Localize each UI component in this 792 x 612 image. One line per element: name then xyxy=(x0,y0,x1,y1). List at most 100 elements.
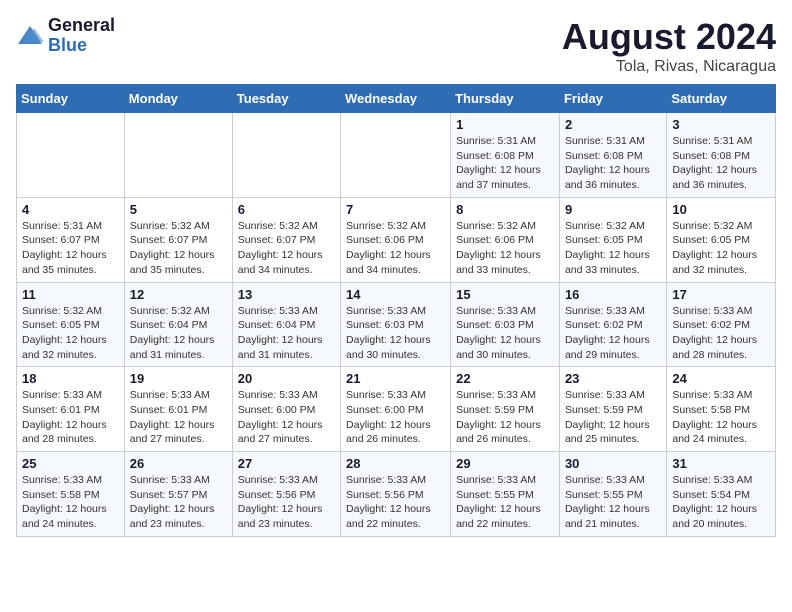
day-info: Sunrise: 5:33 AM Sunset: 5:54 PM Dayligh… xyxy=(672,473,770,532)
day-info: Sunrise: 5:33 AM Sunset: 5:56 PM Dayligh… xyxy=(238,473,335,532)
weekday-header: Tuesday xyxy=(232,85,340,113)
day-number: 16 xyxy=(565,287,661,302)
month-year: August 2024 xyxy=(562,16,776,58)
weekday-header: Thursday xyxy=(451,85,560,113)
day-info: Sunrise: 5:33 AM Sunset: 6:01 PM Dayligh… xyxy=(130,388,227,447)
day-number: 9 xyxy=(565,202,661,217)
calendar-cell: 9Sunrise: 5:32 AM Sunset: 6:05 PM Daylig… xyxy=(559,197,666,282)
calendar-cell: 18 Sunrise: 5:33 AM Sunset: 6:01 PM Dayli… xyxy=(17,367,125,452)
calendar-cell: 4 Sunrise: 5:31 AM Sunset: 6:07 PM Daylig… xyxy=(17,197,125,282)
day-number: 26 xyxy=(130,456,227,471)
day-info: Sunrise: 5:32 AM Sunset: 6:06 PM Dayligh… xyxy=(346,219,445,278)
calendar-cell: 23 Sunrise: 5:33 AM Sunset: 5:59 PM Dayli… xyxy=(559,367,666,452)
day-number: 14 xyxy=(346,287,445,302)
calendar-cell: 17 Sunrise: 5:33 AM Sunset: 6:02 PM Dayli… xyxy=(667,282,776,367)
day-info: Sunrise: 5:33 AM Sunset: 6:01 PM Dayligh… xyxy=(22,388,119,447)
day-info: Sunrise: 5:31 AM Sunset: 6:07 PM Dayligh… xyxy=(22,219,119,278)
day-number: 19 xyxy=(130,371,227,386)
day-number: 22 xyxy=(456,371,554,386)
weekday-header: Saturday xyxy=(667,85,776,113)
calendar-cell: 10Sunrise: 5:32 AM Sunset: 6:05 PM Dayli… xyxy=(667,197,776,282)
calendar-week-row: 25 Sunrise: 5:33 AM Sunset: 5:58 PM Dayli… xyxy=(17,452,776,537)
calendar-cell: 1 Sunrise: 5:31 AM Sunset: 6:08 PM Daylig… xyxy=(451,113,560,198)
calendar-cell: 12 Sunrise: 5:32 AM Sunset: 6:04 PM Dayli… xyxy=(124,282,232,367)
day-info: Sunrise: 5:32 AM Sunset: 6:07 PM Dayligh… xyxy=(130,219,227,278)
day-number: 31 xyxy=(672,456,770,471)
day-number: 4 xyxy=(22,202,119,217)
weekday-header: Sunday xyxy=(17,85,125,113)
calendar-cell xyxy=(232,113,340,198)
calendar-cell: 22Sunrise: 5:33 AM Sunset: 5:59 PM Dayli… xyxy=(451,367,560,452)
calendar-week-row: 18 Sunrise: 5:33 AM Sunset: 6:01 PM Dayli… xyxy=(17,367,776,452)
day-number: 29 xyxy=(456,456,554,471)
day-number: 3 xyxy=(672,117,770,132)
calendar-cell: 3Sunrise: 5:31 AM Sunset: 6:08 PM Daylig… xyxy=(667,113,776,198)
day-number: 1 xyxy=(456,117,554,132)
calendar-cell: 7Sunrise: 5:32 AM Sunset: 6:06 PM Daylig… xyxy=(341,197,451,282)
logo-blue: Blue xyxy=(48,35,87,55)
day-info: Sunrise: 5:33 AM Sunset: 6:02 PM Dayligh… xyxy=(565,304,661,363)
calendar-cell: 28 Sunrise: 5:33 AM Sunset: 5:56 PM Dayli… xyxy=(341,452,451,537)
day-number: 27 xyxy=(238,456,335,471)
page-header: GeneralBlue August 2024 Tola, Rivas, Nic… xyxy=(16,16,776,76)
day-number: 30 xyxy=(565,456,661,471)
calendar-cell: 13 Sunrise: 5:33 AM Sunset: 6:04 PM Dayli… xyxy=(232,282,340,367)
day-number: 2 xyxy=(565,117,661,132)
day-info: Sunrise: 5:32 AM Sunset: 6:04 PM Dayligh… xyxy=(130,304,227,363)
calendar-cell: 15Sunrise: 5:33 AM Sunset: 6:03 PM Dayli… xyxy=(451,282,560,367)
day-info: Sunrise: 5:33 AM Sunset: 5:56 PM Dayligh… xyxy=(346,473,445,532)
day-number: 6 xyxy=(238,202,335,217)
day-info: Sunrise: 5:33 AM Sunset: 6:00 PM Dayligh… xyxy=(238,388,335,447)
day-info: Sunrise: 5:33 AM Sunset: 5:55 PM Dayligh… xyxy=(456,473,554,532)
calendar-cell: 20Sunrise: 5:33 AM Sunset: 6:00 PM Dayli… xyxy=(232,367,340,452)
day-number: 17 xyxy=(672,287,770,302)
calendar-cell xyxy=(341,113,451,198)
calendar-cell: 16 Sunrise: 5:33 AM Sunset: 6:02 PM Dayli… xyxy=(559,282,666,367)
day-info: Sunrise: 5:33 AM Sunset: 5:58 PM Dayligh… xyxy=(672,388,770,447)
logo: GeneralBlue xyxy=(16,16,115,56)
calendar-cell: 24 Sunrise: 5:33 AM Sunset: 5:58 PM Dayli… xyxy=(667,367,776,452)
weekday-header: Wednesday xyxy=(341,85,451,113)
location: Tola, Rivas, Nicaragua xyxy=(562,58,776,76)
calendar-week-row: 4 Sunrise: 5:31 AM Sunset: 6:07 PM Daylig… xyxy=(17,197,776,282)
day-info: Sunrise: 5:33 AM Sunset: 6:04 PM Dayligh… xyxy=(238,304,335,363)
calendar-cell: 8Sunrise: 5:32 AM Sunset: 6:06 PM Daylig… xyxy=(451,197,560,282)
day-info: Sunrise: 5:31 AM Sunset: 6:08 PM Dayligh… xyxy=(456,134,554,193)
day-info: Sunrise: 5:33 AM Sunset: 6:02 PM Dayligh… xyxy=(672,304,770,363)
day-number: 28 xyxy=(346,456,445,471)
calendar-cell: 30Sunrise: 5:33 AM Sunset: 5:55 PM Dayli… xyxy=(559,452,666,537)
calendar-week-row: 11Sunrise: 5:32 AM Sunset: 6:05 PM Dayli… xyxy=(17,282,776,367)
day-number: 23 xyxy=(565,371,661,386)
calendar-table: SundayMondayTuesdayWednesdayThursdayFrid… xyxy=(16,84,776,537)
calendar-cell: 29 Sunrise: 5:33 AM Sunset: 5:55 PM Dayli… xyxy=(451,452,560,537)
day-number: 5 xyxy=(130,202,227,217)
weekday-header: Monday xyxy=(124,85,232,113)
calendar-cell: 5 Sunrise: 5:32 AM Sunset: 6:07 PM Daylig… xyxy=(124,197,232,282)
calendar-cell: 27 Sunrise: 5:33 AM Sunset: 5:56 PM Dayli… xyxy=(232,452,340,537)
day-number: 11 xyxy=(22,287,119,302)
day-info: Sunrise: 5:33 AM Sunset: 5:59 PM Dayligh… xyxy=(565,388,661,447)
calendar-cell: 21Sunrise: 5:33 AM Sunset: 6:00 PM Dayli… xyxy=(341,367,451,452)
calendar-cell: 19 Sunrise: 5:33 AM Sunset: 6:01 PM Dayli… xyxy=(124,367,232,452)
calendar-cell: 26 Sunrise: 5:33 AM Sunset: 5:57 PM Dayli… xyxy=(124,452,232,537)
day-number: 13 xyxy=(238,287,335,302)
calendar-cell: 31 Sunrise: 5:33 AM Sunset: 5:54 PM Dayli… xyxy=(667,452,776,537)
weekday-header: Friday xyxy=(559,85,666,113)
calendar-cell: 6Sunrise: 5:32 AM Sunset: 6:07 PM Daylig… xyxy=(232,197,340,282)
day-number: 25 xyxy=(22,456,119,471)
logo-icon xyxy=(16,24,44,48)
calendar-header-row: SundayMondayTuesdayWednesdayThursdayFrid… xyxy=(17,85,776,113)
calendar-cell xyxy=(17,113,125,198)
calendar-cell: 11Sunrise: 5:32 AM Sunset: 6:05 PM Dayli… xyxy=(17,282,125,367)
day-number: 10 xyxy=(672,202,770,217)
day-info: Sunrise: 5:33 AM Sunset: 5:57 PM Dayligh… xyxy=(130,473,227,532)
day-number: 12 xyxy=(130,287,227,302)
calendar-cell: 25 Sunrise: 5:33 AM Sunset: 5:58 PM Dayli… xyxy=(17,452,125,537)
day-info: Sunrise: 5:33 AM Sunset: 6:03 PM Dayligh… xyxy=(456,304,554,363)
day-info: Sunrise: 5:33 AM Sunset: 5:58 PM Dayligh… xyxy=(22,473,119,532)
day-number: 18 xyxy=(22,371,119,386)
day-info: Sunrise: 5:33 AM Sunset: 6:03 PM Dayligh… xyxy=(346,304,445,363)
day-number: 24 xyxy=(672,371,770,386)
title-block: August 2024 Tola, Rivas, Nicaragua xyxy=(562,16,776,76)
calendar-cell xyxy=(124,113,232,198)
